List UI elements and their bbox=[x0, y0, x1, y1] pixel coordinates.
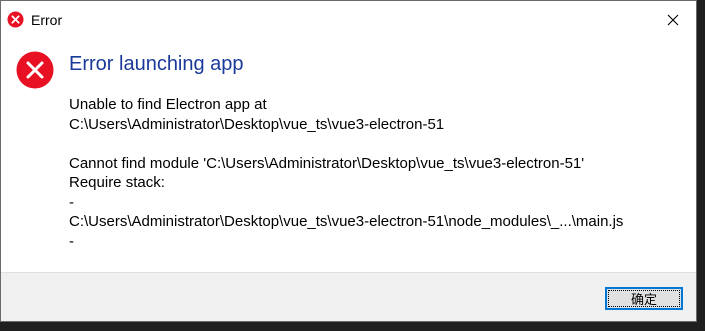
message-line: Cannot find module 'C:\Users\Administrat… bbox=[69, 154, 585, 172]
error-message: Unable to find Electron app at C:\Users\… bbox=[69, 95, 689, 251]
window-title: Error bbox=[31, 12, 63, 28]
title-bar[interactable]: Error bbox=[1, 1, 696, 38]
dialog-content: Error launching app Unable to find Elect… bbox=[1, 38, 696, 272]
message-line: - bbox=[69, 232, 74, 250]
message-line: C:\Users\Administrator\Desktop\vue_ts\vu… bbox=[69, 115, 445, 133]
error-heading: Error launching app bbox=[69, 53, 244, 75]
error-icon bbox=[16, 51, 54, 89]
message-line: - bbox=[69, 193, 74, 211]
message-line: Require stack: bbox=[69, 174, 165, 191]
close-icon bbox=[667, 14, 679, 25]
message-line: C:\Users\Administrator\Desktop\vue_ts\vu… bbox=[69, 213, 624, 230]
ok-button[interactable]: 确定 bbox=[605, 287, 683, 310]
error-dialog: Error Error launching app Unable to find… bbox=[0, 0, 697, 322]
error-icon bbox=[7, 11, 24, 28]
message-line bbox=[69, 134, 689, 154]
message-line: Unable to find Electron app at bbox=[69, 96, 267, 113]
close-button[interactable] bbox=[650, 1, 696, 38]
dialog-footer: 确定 bbox=[1, 272, 696, 321]
